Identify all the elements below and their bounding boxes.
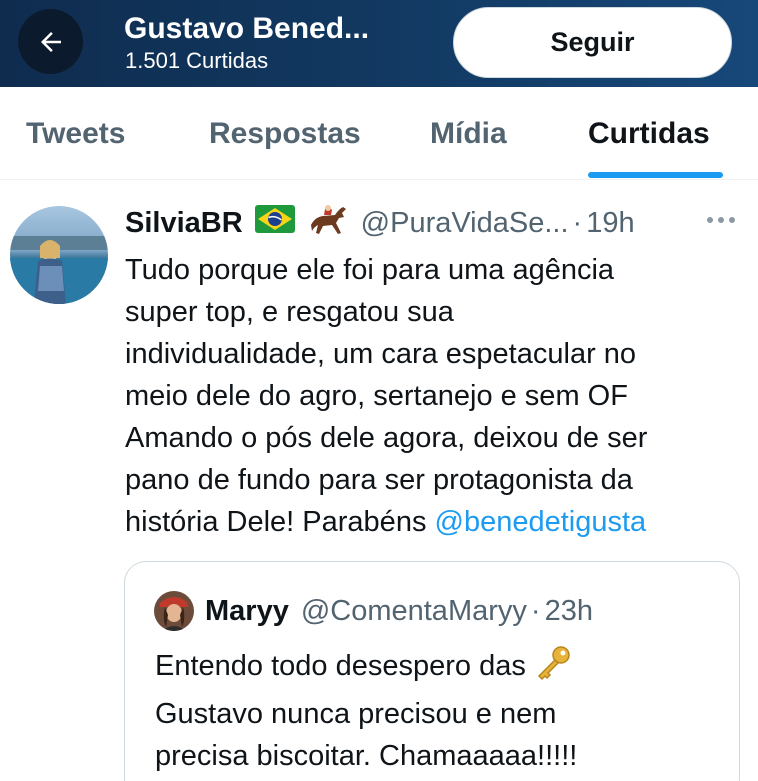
more-horizontal-icon[interactable]: [704, 210, 738, 230]
tab-tweets[interactable]: Tweets: [26, 117, 125, 151]
quoted-text-line: precisa biscoitar. Chamaaaaa!!!!!: [155, 740, 578, 772]
tweet-text-line: pano de fundo para ser protagonista da: [125, 464, 633, 496]
tweet-author-handle[interactable]: @PuraVidaSe...: [361, 207, 569, 240]
tweet-text-line-last: história Dele! Parabéns @benedetigusta: [125, 501, 745, 543]
mention-link[interactable]: @benedetigusta: [435, 506, 647, 538]
tweet-text-line: individualidade, um cara espetacular no: [125, 338, 637, 370]
quoted-timestamp: 23h: [544, 594, 593, 627]
tweet-text-line: Tudo porque ele foi para uma agência: [125, 254, 615, 286]
quoted-tweet-header: Maryy @ComentaMaryy · 23h: [205, 590, 593, 632]
profile-tabs: Tweets Respostas Mídia Curtidas: [0, 87, 758, 180]
tab-midia[interactable]: Mídia: [430, 117, 507, 151]
avatar: [154, 591, 194, 631]
tweet-timestamp[interactable]: 19h: [586, 207, 634, 240]
tab-curtidas[interactable]: Curtidas: [588, 117, 710, 151]
tweet-header: SilviaBR @PuraVidaSe... · 19h: [125, 203, 635, 243]
follow-button[interactable]: Seguir: [453, 7, 732, 78]
arrow-left-icon: [40, 31, 61, 52]
tweet-author-name[interactable]: SilviaBR: [125, 207, 243, 240]
back-button[interactable]: [18, 9, 83, 74]
quoted-text-line: Entendo todo desespero das: [155, 645, 725, 693]
tweet-text-segment: história Dele! Parabéns: [125, 506, 435, 538]
horse-racing-icon: [305, 201, 349, 245]
quoted-tweet[interactable]: Maryy @ComentaMaryy · 23h Entendo todo d…: [124, 561, 740, 781]
tweet-text-line: meio dele do agro, sertanejo e sem OF: [125, 380, 628, 412]
active-tab-indicator: [588, 172, 723, 178]
quoted-author-name: Maryy: [205, 594, 289, 627]
brazil-flag-icon: [254, 205, 295, 241]
tweet-text: Tudo porque ele foi para uma agência sup…: [125, 249, 745, 543]
quoted-text-segment: Entendo todo desespero das: [155, 650, 526, 682]
tweet-text-line: super top, e resgatou sua: [125, 296, 454, 328]
tab-respostas[interactable]: Respostas: [209, 117, 361, 151]
profile-name: Gustavo Bened...: [124, 12, 370, 45]
likes-count: 1.501 Curtidas: [125, 48, 269, 73]
separator-dot: ·: [530, 594, 541, 627]
avatar[interactable]: [10, 206, 108, 304]
quoted-tweet-text: Entendo todo desespero das Gustavo nunca…: [155, 645, 725, 777]
quoted-author-handle: @ComentaMaryy: [300, 594, 527, 627]
quoted-text-line: Gustavo nunca precisou e nem: [155, 698, 557, 730]
profile-header: Gustavo Bened... 1.501 Curtidas Seguir: [0, 0, 758, 87]
key-icon: [532, 645, 572, 693]
tweet-text-line: Amando o pós dele agora, deixou de ser: [125, 422, 648, 454]
separator-dot: ·: [572, 206, 583, 239]
